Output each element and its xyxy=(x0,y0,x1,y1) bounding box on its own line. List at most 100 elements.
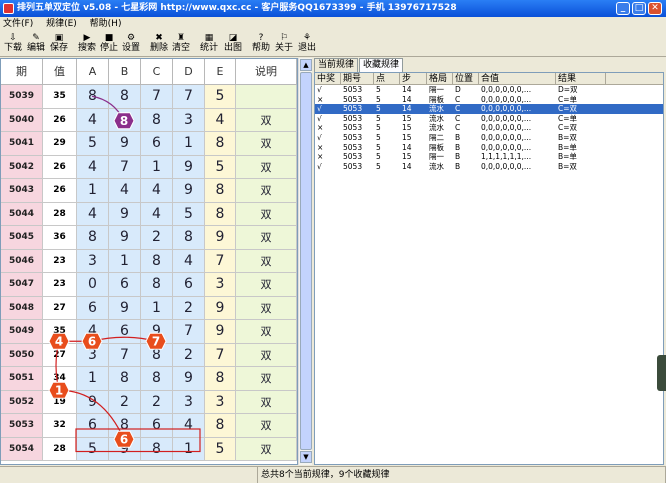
toolbar-edit-button[interactable]: ✎ 编辑 xyxy=(25,32,47,56)
column-header[interactable]: 中奖 xyxy=(315,73,341,84)
rule-row[interactable]: × 5053 5 14 隔板 C 0,0,0,0,0,0,... C=单 xyxy=(315,95,663,105)
cell-a: 3 xyxy=(77,249,109,272)
toolbar-delete-button[interactable]: ✖ 删除 xyxy=(148,32,170,56)
column-header[interactable]: 位置 xyxy=(453,73,479,84)
toolbar-save-button[interactable]: ▣ 保存 xyxy=(48,32,70,56)
cell-value: 35 xyxy=(43,85,77,108)
toolbar-chart-button[interactable]: ◪ 出图 xyxy=(222,32,244,56)
table-row[interactable]: 5051 34 1 8 8 9 8 双 xyxy=(1,367,297,391)
cell-b: 9 xyxy=(109,132,141,155)
rule-sum: 0,0,0,0,0,0,... xyxy=(481,113,532,123)
column-header[interactable]: 合值 xyxy=(479,73,556,84)
cell-a: 0 xyxy=(77,273,109,296)
table-row[interactable]: 5047 23 0 6 8 6 3 双 xyxy=(1,273,297,297)
table-row[interactable]: 5048 27 6 9 1 2 9 双 xyxy=(1,296,297,320)
cell-note: 双 xyxy=(236,390,297,413)
rule-result: B=单 xyxy=(558,142,577,152)
column-header[interactable]: 结果 xyxy=(556,73,606,84)
rule-step: 14 xyxy=(402,161,412,171)
rule-row[interactable]: × 5053 5 14 隔板 B 0,0,0,0,0,0,... B=单 xyxy=(315,143,663,153)
scroll-up-arrow-icon[interactable]: ▲ xyxy=(300,59,312,71)
save-icon: ▣ xyxy=(54,33,64,43)
cell-value: 32 xyxy=(43,414,77,437)
header-value: 值 xyxy=(43,59,77,85)
rule-point: 5 xyxy=(376,142,381,152)
table-row[interactable]: 5054 28 5 9 8 1 5 双 xyxy=(1,437,297,461)
cell-c: 8 xyxy=(141,273,173,296)
rule-row[interactable]: √ 5053 5 15 隔二 B 0,0,0,0,0,0,... B=双 xyxy=(315,133,663,143)
toolbar-search-button[interactable]: ▶ 搜索 xyxy=(76,32,98,56)
cell-d: 2 xyxy=(173,296,205,319)
column-header[interactable]: 点 xyxy=(374,73,400,84)
cell-value: 28 xyxy=(43,437,77,460)
cell-e: 5 xyxy=(205,155,236,178)
cell-c: 9 xyxy=(141,320,173,343)
toolbar-settings-button[interactable]: ⚙ 设置 xyxy=(120,32,142,56)
table-row[interactable]: 5050 27 3 7 8 2 7 双 xyxy=(1,343,297,367)
toolbar-label: 出图 xyxy=(223,43,242,53)
toolbar-clear-button[interactable]: ♜ 清空 xyxy=(170,32,192,56)
menu-file[interactable]: 文件(F) xyxy=(3,19,33,29)
scroll-thumb[interactable] xyxy=(300,72,312,450)
table-row[interactable]: 5043 26 1 4 4 9 8 双 xyxy=(1,179,297,203)
toolbar-download-button[interactable]: ⇩ 下载 xyxy=(2,32,24,56)
rule-row[interactable]: √ 5053 5 14 流水 C 0,0,0,0,0,0,... C=双 xyxy=(315,104,663,114)
stats-icon: ▦ xyxy=(204,33,214,43)
rule-row[interactable]: √ 5053 5 14 流水 B 0,0,0,0,0,0,... B=双 xyxy=(315,162,663,172)
title-bar: 排列五单双定位 v5.08 - 七星彩网 http://www.qxc.cc -… xyxy=(0,0,666,17)
cell-b: 8 xyxy=(109,414,141,437)
close-button[interactable]: ✕ xyxy=(648,2,662,15)
rule-period: 5053 xyxy=(343,152,363,162)
rule-pattern: 隔板 xyxy=(429,94,444,104)
cell-d: 9 xyxy=(173,367,205,390)
column-header[interactable]: 格局 xyxy=(427,73,453,84)
table-row[interactable]: 5042 26 4 7 1 9 5 双 xyxy=(1,155,297,179)
rule-row[interactable]: √ 5053 5 15 流水 C 0,0,0,0,0,0,... C=单 xyxy=(315,114,663,124)
rule-row[interactable]: × 5053 5 15 流水 C 0,0,0,0,0,0,... C=双 xyxy=(315,123,663,133)
table-row[interactable]: 5053 32 6 8 6 4 8 双 xyxy=(1,414,297,438)
side-grip[interactable] xyxy=(657,355,666,391)
column-header[interactable]: 步 xyxy=(400,73,427,84)
cell-a: 6 xyxy=(77,414,109,437)
rule-point: 5 xyxy=(376,132,381,142)
table-row[interactable]: 5049 35 4 6 9 7 9 双 xyxy=(1,320,297,344)
tab-saved-rules[interactable]: 收藏规律 xyxy=(359,58,404,72)
table-row[interactable]: 5040 26 4 7 8 3 4 双 xyxy=(1,108,297,132)
minimize-button[interactable]: _ xyxy=(616,2,630,15)
cell-b: 6 xyxy=(109,273,141,296)
toolbar-help-button[interactable]: ? 帮助 xyxy=(250,32,272,56)
delete-icon: ✖ xyxy=(155,33,163,43)
toolbar-stats-button[interactable]: ▦ 统计 xyxy=(198,32,220,56)
toolbar-exit-button[interactable]: ⚘ 退出 xyxy=(296,32,318,56)
toolbar-stop-button[interactable]: ■ 停止 xyxy=(98,32,120,56)
column-header[interactable]: 期号 xyxy=(341,73,374,84)
cell-value: 23 xyxy=(43,249,77,272)
maximize-button[interactable]: □ xyxy=(632,2,646,15)
cell-a: 1 xyxy=(77,367,109,390)
cell-period: 5053 xyxy=(1,414,43,437)
rule-row[interactable]: √ 5053 5 14 隔一 D 0,0,0,0,0,0,... D=双 xyxy=(315,85,663,95)
menu-help[interactable]: 帮助(H) xyxy=(90,19,122,29)
status-left xyxy=(0,467,258,483)
app-icon xyxy=(3,3,14,14)
cell-period: 5045 xyxy=(1,226,43,249)
table-row[interactable]: 5041 29 5 9 6 1 8 双 xyxy=(1,132,297,156)
table-row[interactable]: 5039 35 8 8 7 7 5 xyxy=(1,85,297,109)
toolbar-label: 停止 xyxy=(99,43,118,53)
table-row[interactable]: 5046 23 3 1 8 4 7 双 xyxy=(1,249,297,273)
menu-rules[interactable]: 规律(E) xyxy=(46,19,77,29)
table-row[interactable]: 5044 28 4 9 4 5 8 双 xyxy=(1,202,297,226)
toolbar-about-button[interactable]: ⚐ 关于 xyxy=(273,32,295,56)
rule-row[interactable]: × 5053 5 15 隔一 B 1,1,1,1,1,1,... B=单 xyxy=(315,152,663,162)
table-row[interactable]: 5052 19 9 2 2 3 3 双 xyxy=(1,390,297,414)
cell-value: 36 xyxy=(43,226,77,249)
rule-step: 15 xyxy=(402,113,412,123)
cell-period: 5040 xyxy=(1,108,43,131)
scroll-down-arrow-icon[interactable]: ▼ xyxy=(300,451,312,463)
cell-e: 3 xyxy=(205,273,236,296)
cell-note: 双 xyxy=(236,202,297,225)
grid-scrollbar[interactable]: ▲ ▼ xyxy=(298,58,312,465)
table-row[interactable]: 5045 36 8 9 2 8 9 双 xyxy=(1,226,297,250)
tab-current-rules[interactable]: 当前规律 xyxy=(314,58,359,72)
cell-b: 9 xyxy=(109,202,141,225)
